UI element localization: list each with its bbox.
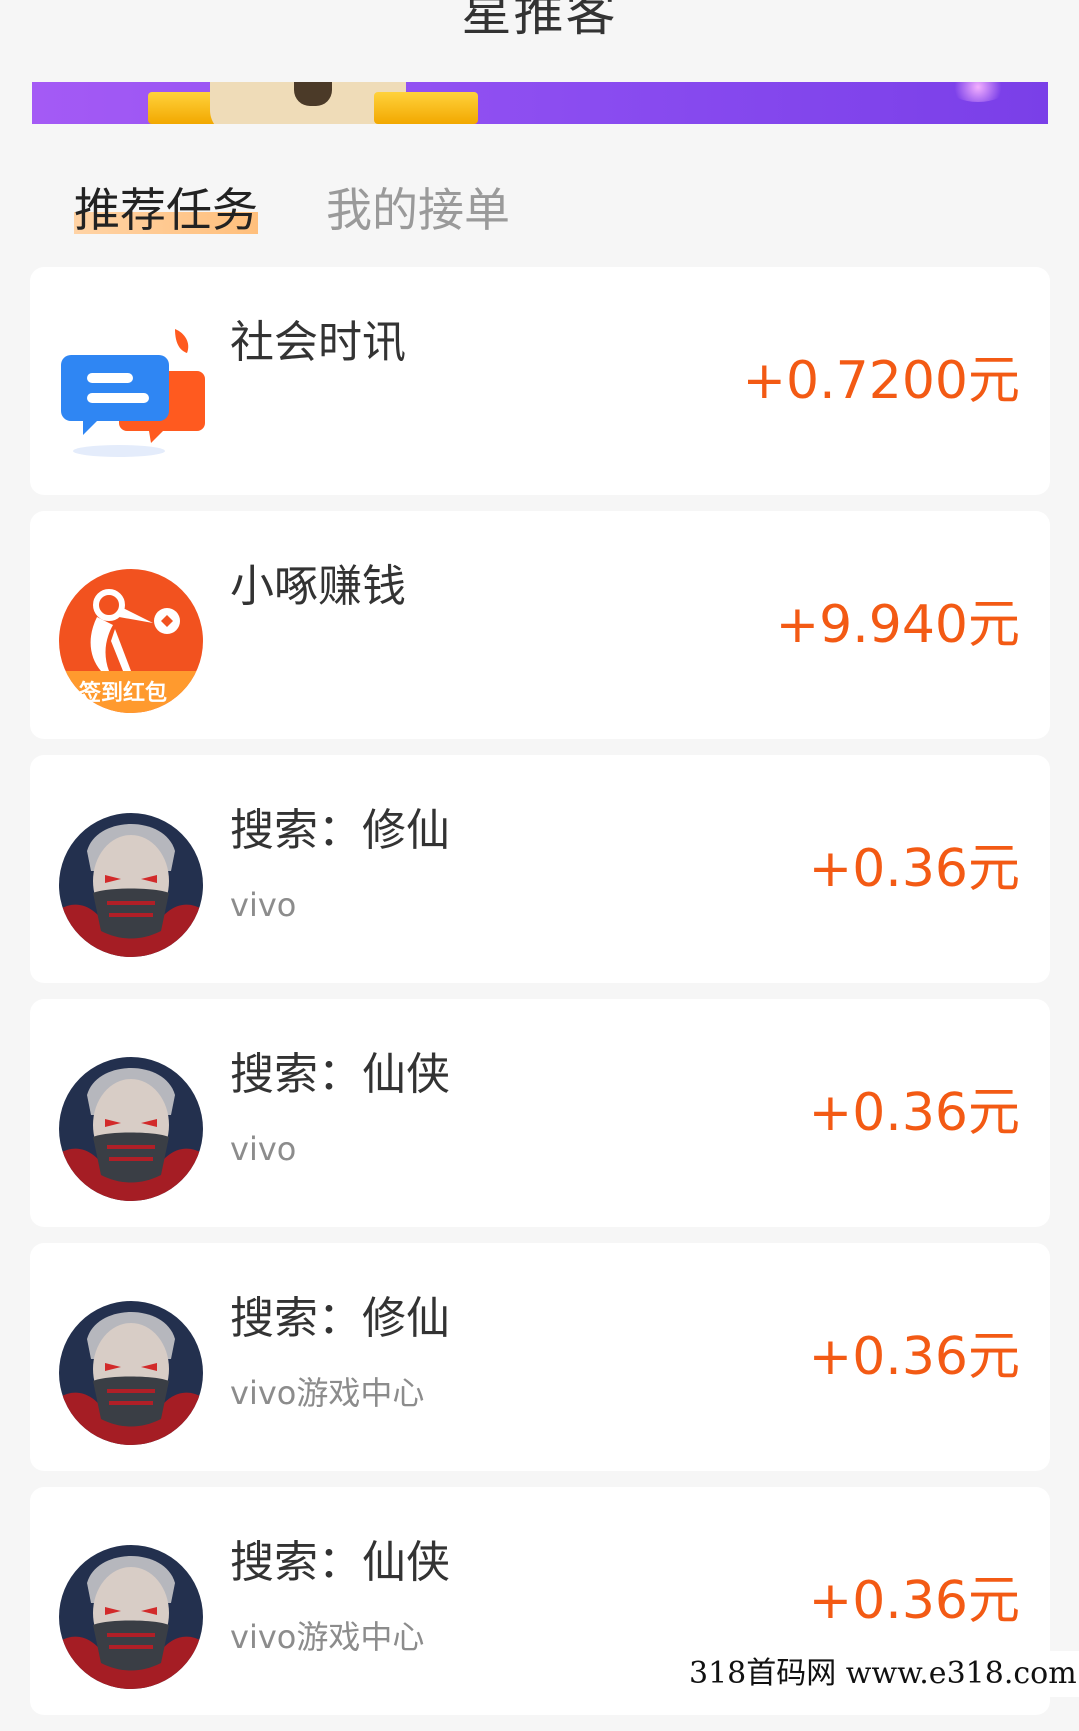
task-reward: +0.7200元 [742, 351, 1020, 411]
masked-warrior-avatar-icon [57, 1055, 205, 1203]
task-title: 搜索：仙侠 [230, 1537, 450, 1588]
promo-banner[interactable] [32, 82, 1048, 124]
task-card[interactable]: 搜索：仙侠 vivo +0.36元 [30, 999, 1050, 1227]
task-title: 搜索：修仙 [230, 1293, 450, 1344]
tab-label: 推荐任务 [74, 183, 258, 237]
masked-warrior-avatar-icon [57, 1299, 205, 1447]
task-subtitle: vivo [230, 1130, 297, 1168]
masked-warrior-avatar-icon [57, 811, 205, 959]
woodpecker-app-icon: 签到红包 [57, 567, 205, 715]
chat-bubbles-icon [57, 323, 205, 471]
tab-recommended-tasks[interactable]: 推荐任务 [74, 180, 258, 240]
task-card[interactable]: 签到红包 小啄赚钱 +9.940元 [30, 511, 1050, 739]
task-title: 社会时讯 [230, 317, 406, 368]
task-list: 社会时讯 +0.7200元 签到红包 小啄赚钱 +9.940元 搜索：修仙 vi… [30, 267, 1050, 1731]
task-reward: +0.36元 [808, 1571, 1020, 1631]
task-card[interactable]: 搜索：修仙 vivo +0.36元 [30, 755, 1050, 983]
task-subtitle: vivo [230, 886, 297, 924]
tab-my-orders[interactable]: 我的接单 [326, 180, 510, 240]
task-reward: +0.36元 [808, 1083, 1020, 1143]
icon-badge: 签到红包 [79, 681, 168, 706]
task-subtitle: vivo游戏中心 [230, 1618, 425, 1656]
sparkle-icon [948, 82, 1008, 102]
task-card[interactable]: 社会时讯 +0.7200元 [30, 267, 1050, 495]
task-reward: +9.940元 [775, 595, 1020, 655]
task-reward: +0.36元 [808, 839, 1020, 899]
task-title: 搜索：仙侠 [230, 1049, 450, 1100]
task-title: 小啄赚钱 [230, 561, 406, 612]
task-card[interactable]: 搜索：修仙 vivo游戏中心 +0.36元 [30, 1243, 1050, 1471]
site-watermark: 318首码网 www.e318.com [679, 1651, 1079, 1697]
task-title: 搜索：修仙 [230, 805, 450, 856]
task-reward: +0.36元 [808, 1327, 1020, 1387]
gold-bar-icon [374, 92, 478, 124]
masked-warrior-avatar-icon [57, 1543, 205, 1691]
task-subtitle: vivo游戏中心 [230, 1374, 425, 1412]
page-title: 星推客 [461, 0, 618, 42]
